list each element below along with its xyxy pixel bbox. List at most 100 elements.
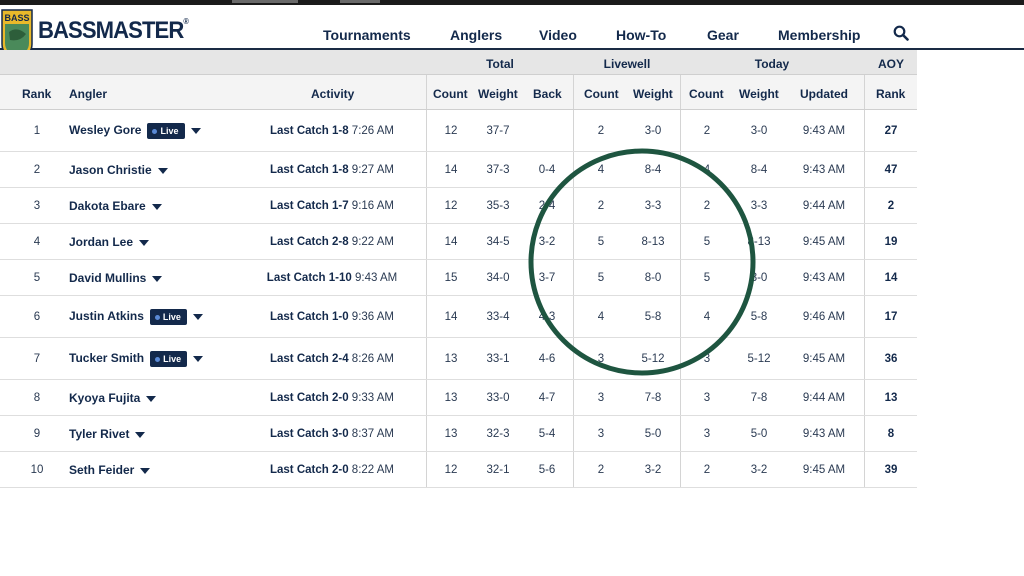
live-badge[interactable]: Live (149, 309, 187, 325)
angler-name[interactable]: Wesley Gore (69, 123, 141, 137)
column-divider (864, 380, 865, 415)
caret-down-icon[interactable] (146, 395, 157, 402)
table-row[interactable]: 6 14 33-4 4-3 4 5-8 4 5-8 9:46 AM Justin Atkins Li… (0, 296, 917, 338)
last-catch-time: 9:33 AM (351, 392, 395, 404)
back-cell: 5-4 (538, 428, 556, 440)
aoy-rank-cell: 8 (887, 428, 895, 440)
caret-down-icon[interactable] (135, 431, 146, 438)
col-back[interactable]: Back (533, 87, 562, 101)
last-catch-time: 8:37 AM (351, 428, 395, 440)
last-catch-time: 9:16 AM (351, 200, 395, 212)
updated-cell: 9:46 AM (802, 311, 846, 323)
angler-name[interactable]: Justin Atkins (69, 309, 144, 323)
nav-how-to[interactable]: How-To (616, 27, 666, 43)
angler-name[interactable]: Seth Feider (69, 463, 134, 477)
total-weight-cell: 33-1 (486, 353, 510, 365)
nav-membership[interactable]: Membership (778, 27, 860, 43)
col-total-count[interactable]: Count (433, 87, 468, 101)
caret-down-icon[interactable] (190, 128, 201, 134)
total-weight-cell: 32-1 (486, 464, 510, 476)
table-row[interactable]: 8 13 33-0 4-7 3 7-8 3 7-8 9:44 AM Kyoya Fujita Las… (0, 380, 917, 416)
angler-cell[interactable]: Dakota Ebare (69, 199, 162, 213)
angler-name[interactable]: David Mullins (69, 271, 146, 285)
column-divider (680, 260, 681, 295)
angler-cell[interactable]: Jordan Lee (69, 235, 150, 249)
rank-cell: 7 (33, 353, 41, 365)
table-row[interactable]: 7 13 33-1 4-6 3 5-12 3 5-12 9:45 AM Tucker Smith L… (0, 338, 917, 380)
nav-gear[interactable]: Gear (707, 27, 739, 43)
nav-tournaments[interactable]: Tournaments (323, 27, 411, 43)
search-icon[interactable] (893, 25, 909, 41)
angler-name[interactable]: Dakota Ebare (69, 199, 146, 213)
col-rank[interactable]: Rank (22, 87, 51, 101)
activity-cell: Last Catch 2-8 9:22 AM (270, 236, 394, 248)
rank-cell: 2 (33, 164, 41, 176)
today-count-cell: 4 (703, 164, 711, 176)
rank-cell: 8 (33, 392, 41, 404)
angler-name[interactable]: Tyler Rivet (69, 427, 129, 441)
angler-cell[interactable]: Jason Christie (69, 163, 168, 177)
angler-cell[interactable]: Tyler Rivet (69, 427, 146, 441)
col-today-count[interactable]: Count (689, 87, 724, 101)
col-today-weight[interactable]: Weight (739, 87, 779, 101)
table-row[interactable]: 2 14 37-3 0-4 4 8-4 4 8-4 9:43 AM Jason Christie L… (0, 152, 917, 188)
browser-tab[interactable] (232, 0, 298, 3)
total-count-cell: 13 (444, 392, 458, 404)
live-dot-icon (155, 357, 161, 363)
column-divider (680, 75, 681, 109)
angler-name[interactable]: Kyoya Fujita (69, 391, 140, 405)
caret-down-icon[interactable] (140, 467, 151, 474)
table-row[interactable]: 4 14 34-5 3-2 5 8-13 5 8-13 9:45 AM Jordan Lee Las… (0, 224, 917, 260)
last-catch-text: Last Catch 1-8 (269, 164, 349, 176)
caret-down-icon[interactable] (151, 203, 162, 210)
column-divider (864, 152, 865, 187)
table-row[interactable]: 9 13 32-3 5-4 3 5-0 3 5-0 9:43 AM Tyler Rivet Last… (0, 416, 917, 452)
caret-down-icon[interactable] (139, 239, 150, 246)
col-total-weight[interactable]: Weight (478, 87, 518, 101)
column-divider (573, 75, 574, 109)
column-divider (680, 188, 681, 223)
angler-name[interactable]: Tucker Smith (69, 351, 144, 365)
browser-tab[interactable] (340, 0, 380, 3)
back-cell: 3-2 (538, 236, 556, 248)
angler-cell[interactable]: Justin Atkins Live (69, 309, 203, 325)
group-today: Today (754, 57, 790, 71)
col-activity[interactable]: Activity (311, 87, 354, 101)
caret-down-icon[interactable] (152, 275, 163, 282)
col-livewell-weight[interactable]: Weight (633, 87, 673, 101)
site-logo[interactable]: BASSMASTER® (38, 17, 189, 45)
angler-cell[interactable]: Wesley Gore Live (69, 123, 201, 139)
nav-video[interactable]: Video (539, 27, 577, 43)
table-row[interactable]: 1 12 37-7 2 3-0 2 3-0 9:43 AM Wesley Gore Live Las… (0, 110, 917, 152)
table-row[interactable]: 3 12 35-3 2-4 2 3-3 2 3-3 9:44 AM Dakota Ebare Las… (0, 188, 917, 224)
table-row[interactable]: 5 15 34-0 3-7 5 8-0 5 8-0 9:43 AM David Mullins La… (0, 260, 917, 296)
group-aoy: AOY (877, 57, 905, 71)
caret-down-icon[interactable] (193, 356, 204, 362)
angler-cell[interactable]: Seth Feider (69, 463, 151, 477)
angler-name[interactable]: Jordan Lee (69, 235, 133, 249)
caret-down-icon[interactable] (157, 167, 168, 174)
last-catch-time: 8:22 AM (351, 464, 395, 476)
col-updated[interactable]: Updated (800, 87, 848, 101)
column-divider (573, 152, 574, 187)
angler-cell[interactable]: Kyoya Fujita (69, 391, 157, 405)
live-badge[interactable]: Live (147, 123, 185, 139)
total-count-cell: 14 (444, 236, 458, 248)
table-row[interactable]: 10 12 32-1 5-6 2 3-2 2 3-2 9:45 AM Seth Feider Las… (0, 452, 917, 488)
angler-name[interactable]: Jason Christie (69, 163, 152, 177)
column-divider (426, 452, 427, 487)
total-count-cell: 15 (444, 272, 458, 284)
column-divider (426, 296, 427, 337)
last-catch-text: Last Catch 1-10 (266, 272, 352, 284)
col-angler[interactable]: Angler (69, 87, 107, 101)
column-divider (680, 338, 681, 379)
nav-anglers[interactable]: Anglers (450, 27, 502, 43)
back-cell: 4-6 (538, 353, 556, 365)
col-livewell-count[interactable]: Count (584, 87, 619, 101)
rank-cell: 9 (33, 428, 41, 440)
col-aoy-rank[interactable]: Rank (876, 87, 905, 101)
live-badge[interactable]: Live (150, 351, 188, 367)
angler-cell[interactable]: David Mullins (69, 271, 163, 285)
angler-cell[interactable]: Tucker Smith Live (69, 351, 204, 367)
caret-down-icon[interactable] (192, 314, 203, 320)
